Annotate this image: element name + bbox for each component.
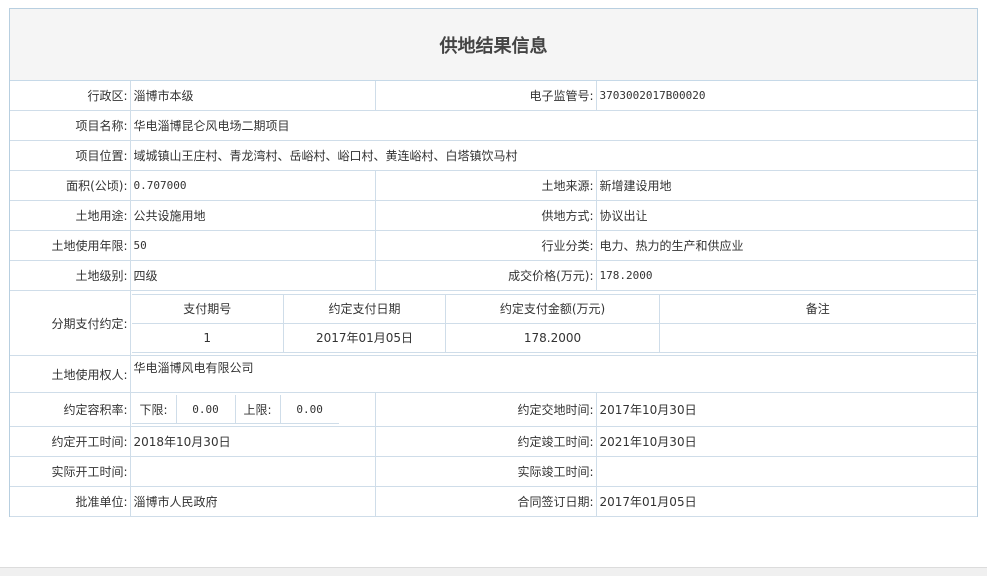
project-name-value: 华电淄博昆仑风电场二期项目 (129, 110, 977, 141)
row-land-grade: 土地级别: 四级 成交价格(万元): 178.2000 (10, 260, 977, 291)
supervision-no-label: 电子监管号: (374, 81, 597, 111)
actual-completion-label: 实际竣工时间: (374, 456, 597, 487)
district-value: 淄博市本级 (129, 81, 376, 111)
price-label: 成交价格(万元): (374, 260, 597, 291)
installment-period: 1 (131, 322, 284, 353)
far-upper-value: 0.00 (279, 395, 339, 424)
use-years-label: 土地使用年限: (10, 230, 131, 261)
installment-amount: 178.2000 (445, 322, 660, 353)
holder-label: 土地使用权人: (10, 355, 131, 393)
far-table: 下限: 0.00 上限: 0.00 (131, 395, 339, 424)
price-value: 178.2000 (595, 260, 977, 291)
use-years-value: 50 (129, 230, 376, 261)
row-land-use: 土地用途: 公共设施用地 供地方式: 协议出让 (10, 200, 977, 231)
project-name-label: 项目名称: (10, 110, 131, 141)
row-installment: 分期支付约定: 支付期号 约定支付日期 约定支付金额(万元) 备注 1 2017… (10, 290, 977, 356)
land-source-label: 土地来源: (374, 170, 597, 201)
land-use-value: 公共设施用地 (129, 200, 376, 231)
page-title: 供地结果信息 (10, 9, 977, 81)
area-value: 0.707000 (129, 170, 376, 201)
start-date-value: 2018年10月30日 (129, 426, 376, 457)
row-approval: 批准单位: 淄博市人民政府 合同签订日期: 2017年01月05日 (10, 486, 977, 517)
installment-header: 约定支付日期 (283, 293, 446, 324)
installment-date: 2017年01月05日 (283, 322, 446, 353)
info-table: 行政区: 淄博市本级 电子监管号: 3703002017B00020 项目名称:… (10, 81, 977, 517)
row-area: 面积(公顷): 0.707000 土地来源: 新增建设用地 (10, 170, 977, 201)
installment-header-row: 支付期号 约定支付日期 约定支付金额(万元) 备注 (131, 293, 976, 324)
land-grade-value: 四级 (129, 260, 376, 291)
contract-date-label: 合同签订日期: (374, 486, 597, 517)
far-lower-label: 下限: (131, 395, 177, 424)
row-start-date: 约定开工时间: 2018年10月30日 约定竣工时间: 2021年10月30日 (10, 426, 977, 457)
area-label: 面积(公顷): (10, 170, 131, 201)
supply-method-value: 协议出让 (595, 200, 977, 231)
approval-unit-label: 批准单位: (10, 486, 131, 517)
industry-value: 电力、热力的生产和供应业 (595, 230, 977, 261)
installment-label: 分期支付约定: (10, 290, 131, 356)
row-project-location: 项目位置: 域城镇山王庄村、青龙湾村、岳峪村、峪口村、黄连峪村、白塔镇饮马村 (10, 140, 977, 171)
start-date-label: 约定开工时间: (10, 426, 131, 457)
land-use-label: 土地用途: (10, 200, 131, 231)
row-holder: 土地使用权人: 华电淄博风电有限公司 (10, 355, 977, 393)
far-lower-value: 0.00 (175, 395, 236, 424)
approval-unit-value: 淄博市人民政府 (129, 486, 376, 517)
delivery-date-value: 2017年10月30日 (595, 392, 977, 427)
industry-label: 行业分类: (374, 230, 597, 261)
delivery-date-label: 约定交地时间: (374, 392, 597, 427)
district-label: 行政区: (10, 81, 131, 111)
table-row: 1 2017年01月05日 178.2000 (131, 322, 976, 353)
installment-note (659, 322, 976, 353)
supervision-no-value: 3703002017B00020 (595, 81, 977, 111)
row-district: 行政区: 淄博市本级 电子监管号: 3703002017B00020 (10, 81, 977, 111)
row-actual: 实际开工时间: 实际竣工时间: (10, 456, 977, 487)
row-far: 约定容积率: 下限: 0.00 上限: 0.00 约定交地时间: 2017年10… (10, 392, 977, 427)
installment-header: 约定支付金额(万元) (445, 293, 660, 324)
land-grade-label: 土地级别: (10, 260, 131, 291)
actual-start-label: 实际开工时间: (10, 456, 131, 487)
contract-date-value: 2017年01月05日 (595, 486, 977, 517)
installment-header: 支付期号 (131, 293, 284, 324)
land-source-value: 新增建设用地 (595, 170, 977, 201)
installment-header: 备注 (659, 293, 976, 324)
installment-cell: 支付期号 约定支付日期 约定支付金额(万元) 备注 1 2017年01月05日 … (129, 290, 977, 356)
row-use-years: 土地使用年限: 50 行业分类: 电力、热力的生产和供应业 (10, 230, 977, 261)
project-location-label: 项目位置: (10, 140, 131, 171)
installment-table: 支付期号 约定支付日期 约定支付金额(万元) 备注 1 2017年01月05日 … (131, 293, 976, 353)
far-upper-label: 上限: (234, 395, 281, 424)
supply-result-panel: 供地结果信息 行政区: 淄博市本级 电子监管号: 3703002017B0002… (9, 8, 978, 517)
completion-date-label: 约定竣工时间: (374, 426, 597, 457)
actual-start-value (129, 456, 376, 487)
far-cell: 下限: 0.00 上限: 0.00 (129, 392, 376, 427)
row-project-name: 项目名称: 华电淄博昆仑风电场二期项目 (10, 110, 977, 141)
supply-method-label: 供地方式: (374, 200, 597, 231)
actual-completion-value (595, 456, 977, 487)
completion-date-value: 2021年10月30日 (595, 426, 977, 457)
project-location-value: 域城镇山王庄村、青龙湾村、岳峪村、峪口村、黄连峪村、白塔镇饮马村 (129, 140, 977, 171)
far-label: 约定容积率: (10, 392, 131, 427)
holder-value: 华电淄博风电有限公司 (129, 355, 977, 393)
